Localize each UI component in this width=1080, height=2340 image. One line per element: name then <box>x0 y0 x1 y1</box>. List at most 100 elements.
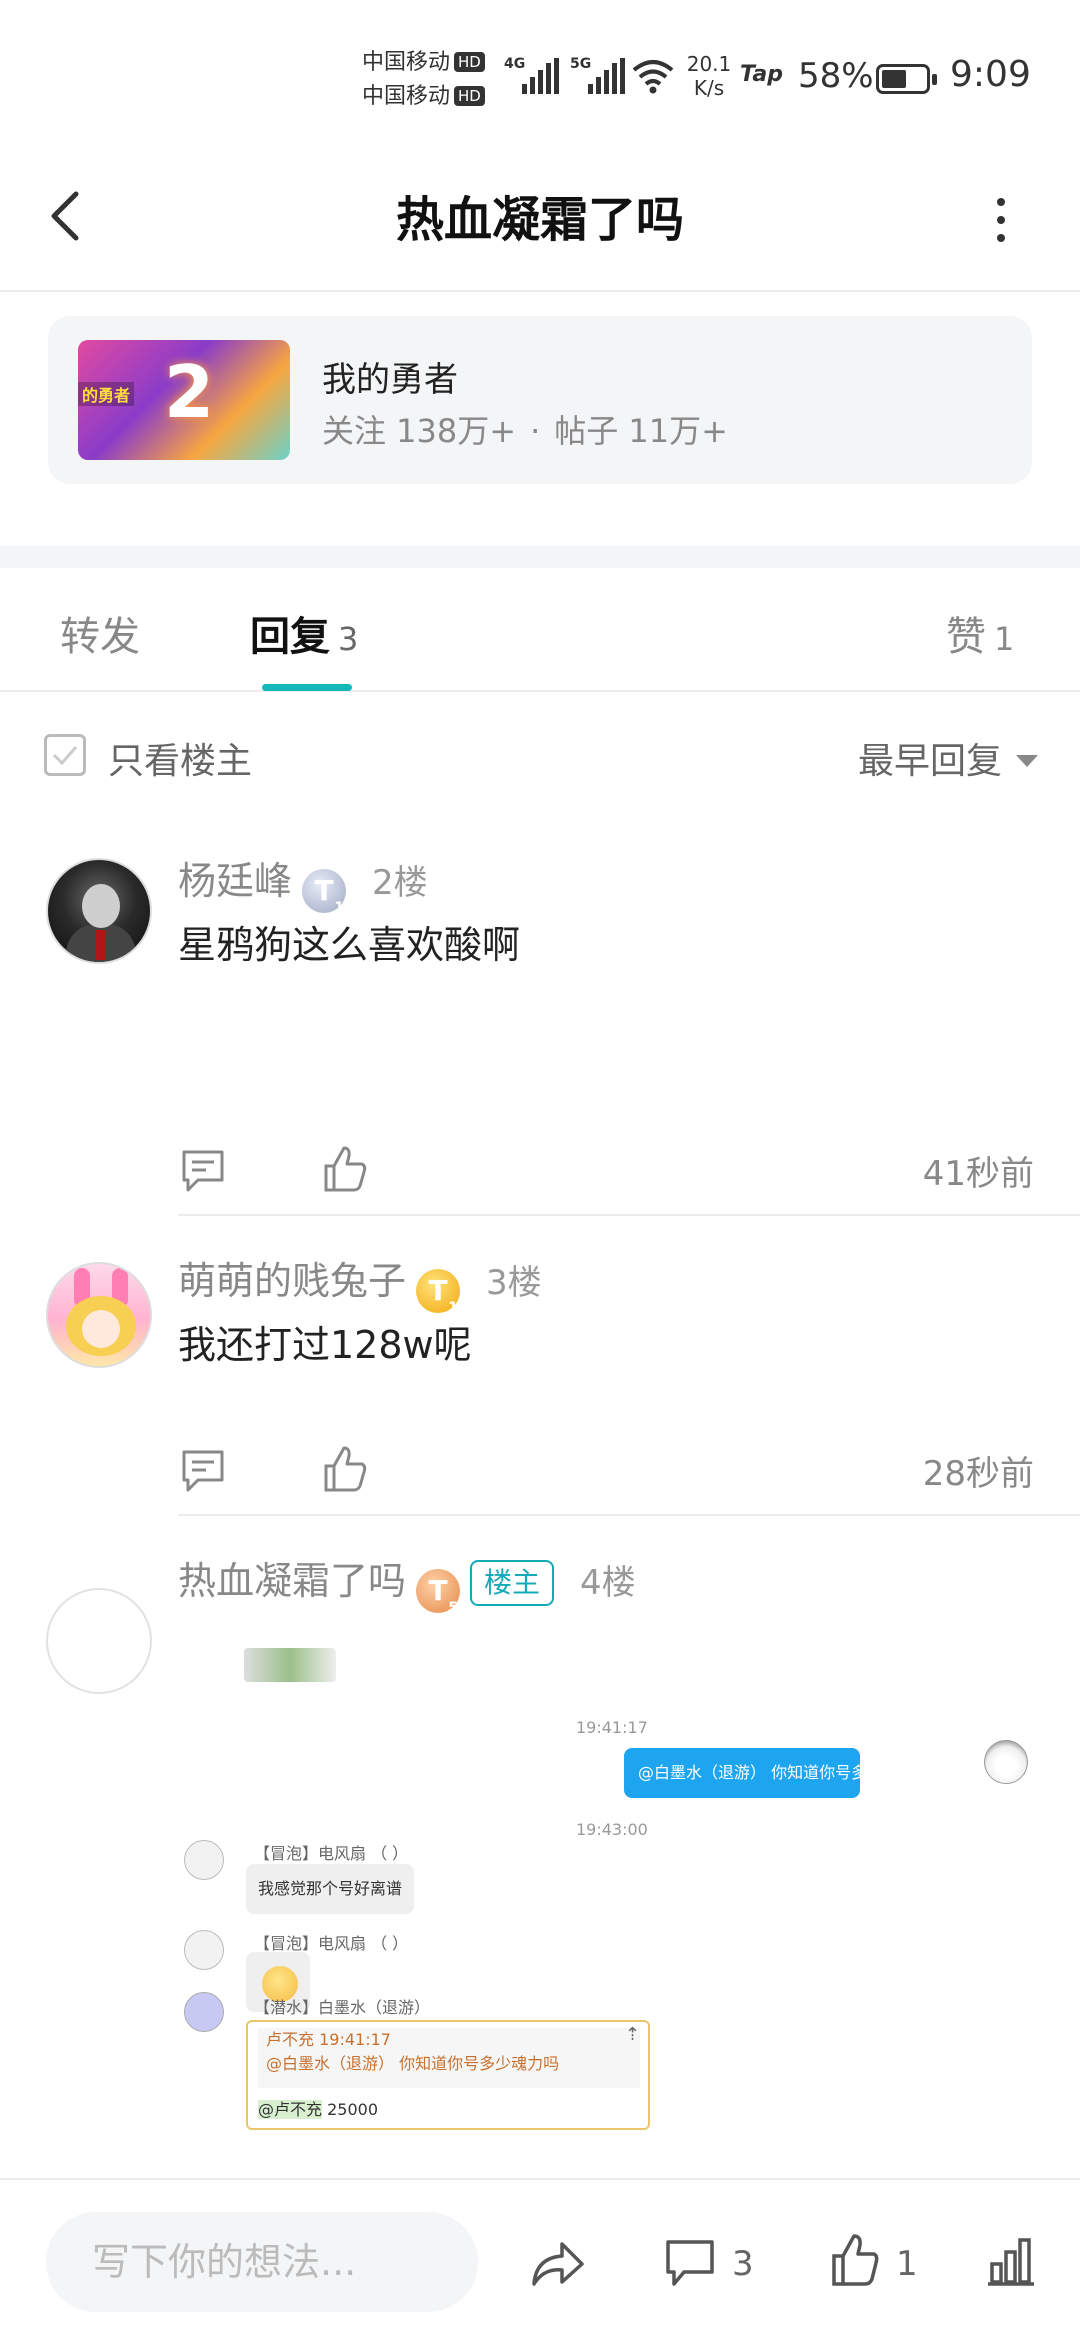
check-icon <box>52 746 78 766</box>
carrier-2: 中国移动 <box>362 84 451 109</box>
chat-avatar <box>184 1840 224 1880</box>
thumb-tag: 的勇者 <box>78 382 135 406</box>
chat-bubble-sent: @白墨水（退游） 你知道你号多少魂力吗 <box>624 1748 931 1798</box>
reply-item: 杨廷峰 T 1 2楼 星鸦狗这么喜欢酸啊 41秒前 <box>0 816 1080 1216</box>
stats-icon[interactable] <box>986 2236 1036 2288</box>
chat-avatar <box>984 1740 1028 1784</box>
group-name: 我的勇者 <box>322 360 458 400</box>
avatar[interactable] <box>46 858 152 964</box>
share-icon[interactable] <box>530 2238 586 2290</box>
wifi-icon <box>632 60 674 94</box>
reply-header: 萌萌的贱兔子 T 1 3楼 <box>178 1250 542 1315</box>
group-card[interactable]: 的勇者 2 我的勇者 关注 138万+ · 帖子 11万+ <box>48 316 1032 484</box>
mention: @卢不充 <box>258 2100 323 2119</box>
chat-avatar <box>184 1992 224 2032</box>
chat-nickname: 【冒泡】电风扇 （ ） <box>254 1934 409 1953</box>
reply-time: 28秒前 <box>922 1454 1034 1494</box>
comment-input[interactable]: 写下你的想法... <box>46 2212 478 2312</box>
battery-fill <box>882 70 907 88</box>
quote-text: @白墨水（退游） 你知道你号多少魂力吗 <box>266 2054 560 2073</box>
sort-label: 最早回复 <box>857 741 1002 782</box>
battery-percent: 58% <box>798 56 874 96</box>
active-tab-indicator <box>262 684 352 691</box>
avatar[interactable] <box>46 1262 152 1368</box>
reply-actions: 28秒前 <box>0 1442 1080 1502</box>
more-options-icon[interactable] <box>986 194 1016 242</box>
posts-count: 帖子 11万+ <box>554 412 728 450</box>
carrier-1: 中国移动 <box>362 50 451 75</box>
followers-count: 关注 138万+ <box>322 412 517 450</box>
reply-content: 我还打过128w呢 <box>178 1323 472 1367</box>
image-strip <box>244 1648 336 1682</box>
comment-icon[interactable] <box>180 1448 226 1494</box>
reply-image[interactable]: 19:41:17 @白墨水（退游） 你知道你号多少魂力吗 19:43:00 【冒… <box>178 1640 1048 2180</box>
thumbs-up-icon[interactable] <box>830 2232 880 2288</box>
reply-content: 星鸦狗这么喜欢酸啊 <box>178 923 521 967</box>
app-header: 热血凝霜了吗 <box>0 150 1080 292</box>
sort-dropdown[interactable]: 最早回复 <box>858 732 1038 784</box>
level-badge-icon: T1 <box>416 1269 461 1315</box>
reply-actions: 41秒前 <box>0 1142 1080 1202</box>
reply-header: 杨廷峰 T 1 2楼 <box>178 850 428 915</box>
section-separator <box>0 546 1080 568</box>
pin-up-icon: ⇡ <box>624 2024 640 2045</box>
signal-bars-icon <box>588 58 625 94</box>
username[interactable]: 杨廷峰 <box>178 859 292 903</box>
username[interactable]: 热血凝霜了吗 <box>178 1559 406 1603</box>
owner-tag: 楼主 <box>470 1560 555 1606</box>
clock: 9:09 <box>950 54 1031 95</box>
chat-bubble: 我感觉那个号好离谱 <box>246 1864 415 1914</box>
hd-icon: HD <box>454 86 485 106</box>
likes-count: 1 <box>994 620 1015 658</box>
level-badge-icon: T5 <box>416 1569 461 1615</box>
signal-bars-icon <box>522 58 559 94</box>
chat-quote-reply: 卢不充 19:41:17 @白墨水（退游） 你知道你号多少魂力吗 ⇡ @卢不充 … <box>246 2020 650 2130</box>
reply-time: 41秒前 <box>922 1154 1034 1194</box>
tab-likes[interactable]: 赞1 <box>946 604 1014 662</box>
quote-reply-text: @卢不充 25000 <box>258 2100 378 2119</box>
bottom-action-bar: 写下你的想法... 3 1 <box>0 2178 1080 2340</box>
hd-icon: HD <box>454 52 485 72</box>
page-title: 热血凝霜了吗 <box>395 192 684 248</box>
group-thumbnail: 的勇者 2 <box>78 340 290 460</box>
caret-down-icon <box>1016 755 1038 767</box>
avatar[interactable] <box>46 1588 152 1694</box>
only-owner-label[interactable]: 只看楼主 <box>108 732 252 784</box>
stats-separator: · <box>530 412 541 450</box>
speed-unit: K/s <box>693 76 725 100</box>
like-count: 1 <box>896 2244 918 2284</box>
reply-header: 热血凝霜了吗 T 5 楼主 4楼 <box>178 1550 636 1615</box>
level-badge-icon: T1 <box>302 869 347 915</box>
quote-header: 卢不充 19:41:17 <box>266 2030 391 2049</box>
floor-number: 2楼 <box>372 863 428 903</box>
comment-icon[interactable] <box>664 2238 716 2288</box>
chat-time: 19:43:00 <box>576 1820 648 1839</box>
username[interactable]: 萌萌的贱兔子 <box>178 1259 406 1303</box>
carrier-info: 中国移动 HD 中国移动 HD <box>362 46 485 114</box>
comment-count: 3 <box>732 2244 754 2284</box>
thumb-number: 2 <box>164 350 215 434</box>
chat-nickname: 【潜水】白墨水（退游） <box>254 1998 431 2017</box>
tab-forward[interactable]: 转发 <box>60 604 140 662</box>
battery-icon <box>876 64 937 94</box>
floor-number: 4楼 <box>580 1563 636 1603</box>
status-bar: 中国移动 HD 中国移动 HD 4G 5G 20.1 K/s Tap 58% 9:0… <box>0 0 1080 150</box>
reply-item: 萌萌的贱兔子 T 1 3楼 我还打过128w呢 28秒前 <box>0 1216 1080 1516</box>
thumbs-up-icon[interactable] <box>322 1444 368 1494</box>
floor-number: 3楼 <box>486 1263 542 1303</box>
thumbs-up-icon[interactable] <box>322 1144 368 1194</box>
chat-nickname: 【冒泡】电风扇 （ ） <box>254 1844 409 1863</box>
chat-avatar <box>184 1930 224 1970</box>
speed-value: 20.1 <box>686 52 732 76</box>
tab-bar: 转发 回复 3 赞1 <box>0 568 1080 692</box>
filter-bar: 只看楼主 最早回复 <box>0 692 1080 816</box>
network-speed: 20.1 K/s <box>684 52 734 100</box>
tap-icon: Tap <box>740 62 783 87</box>
tab-replies[interactable]: 回复 3 <box>250 604 358 662</box>
quoted-message: 卢不充 19:41:17 @白墨水（退游） 你知道你号多少魂力吗 <box>258 2028 640 2088</box>
chat-time: 19:41:17 <box>576 1718 648 1737</box>
group-stats: 关注 138万+ · 帖子 11万+ <box>322 406 728 452</box>
comment-icon[interactable] <box>180 1148 226 1194</box>
only-owner-checkbox[interactable] <box>44 734 86 776</box>
replies-count: 3 <box>338 620 359 658</box>
